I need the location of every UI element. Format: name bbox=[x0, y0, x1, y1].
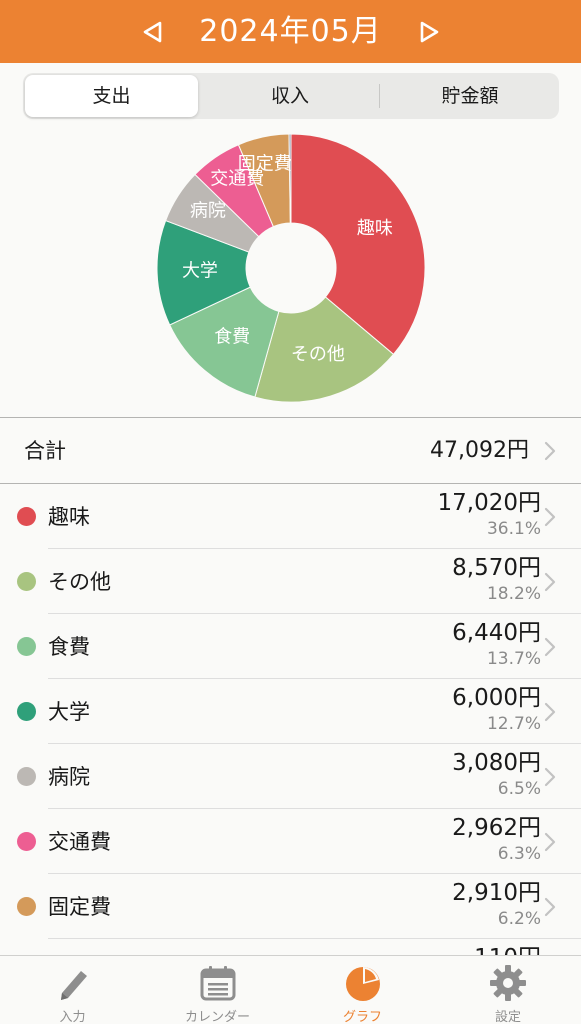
category-percent: 18.2% bbox=[486, 584, 541, 604]
tab-label: カレンダー bbox=[184, 1010, 250, 1024]
triangle-left-icon bbox=[143, 21, 162, 42]
list-item[interactable]: 110円 bbox=[0, 939, 581, 955]
category-color-dot bbox=[17, 507, 36, 526]
donut-chart-svg: 趣味その他食費大学病院交通費固定費 bbox=[156, 133, 426, 403]
category-percent: 6.5% bbox=[497, 779, 541, 799]
total-label: 合計 bbox=[24, 439, 66, 463]
expense-donut-chart: 趣味 その他 食費 大学 病院 交通費 固定費 bbox=[156, 133, 426, 403]
category-percent: 13.7% bbox=[486, 649, 541, 669]
month-title: 2024年05月 bbox=[199, 14, 382, 49]
list-item[interactable]: 大学 6,000円 12.7% bbox=[0, 679, 581, 744]
list-item[interactable]: 病院 3,080円 6.5% bbox=[0, 744, 581, 809]
category-name: 交通費 bbox=[48, 830, 111, 854]
category-name: 趣味 bbox=[48, 505, 90, 529]
month-header: 2024年05月 bbox=[0, 0, 581, 63]
category-amount: 8,570円 bbox=[452, 555, 541, 581]
tab-calendar[interactable]: カレンダー bbox=[145, 956, 290, 1024]
tab-label: グラフ bbox=[342, 1010, 382, 1024]
pie-slice-label: 大学 bbox=[182, 261, 218, 282]
calendar-icon bbox=[198, 963, 238, 1003]
pie-slice-label: 病院 bbox=[190, 201, 226, 222]
category-color-dot bbox=[17, 767, 36, 786]
category-name: 固定費 bbox=[48, 895, 111, 919]
chevron-right-icon bbox=[543, 506, 557, 528]
list-item[interactable]: 固定費 2,910円 6.2% bbox=[0, 874, 581, 939]
tab-bar: 入力 カレンダー グラフ 設定 bbox=[0, 955, 581, 1024]
category-color-dot bbox=[17, 702, 36, 721]
category-amount: 6,440円 bbox=[452, 620, 541, 646]
category-name: その他 bbox=[48, 570, 111, 594]
tab-label: 入力 bbox=[59, 1010, 86, 1024]
pie-chart-icon bbox=[343, 963, 383, 1003]
chevron-right-icon bbox=[543, 701, 557, 723]
triangle-right-icon bbox=[420, 21, 439, 42]
total-value: 47,092円 bbox=[430, 438, 529, 463]
category-color-dot bbox=[17, 572, 36, 591]
chevron-right-icon bbox=[543, 766, 557, 788]
segment-income[interactable]: 収入 bbox=[201, 73, 379, 119]
category-amount: 2,910円 bbox=[452, 880, 541, 906]
category-list: 趣味 17,020円 36.1% その他 8,570円 18.2% 食費 6,4… bbox=[0, 484, 581, 955]
pie-slice-label: その他 bbox=[291, 344, 345, 365]
category-percent: 6.2% bbox=[497, 909, 541, 929]
list-item[interactable]: 趣味 17,020円 36.1% bbox=[0, 484, 581, 549]
category-color-dot bbox=[17, 832, 36, 851]
total-row[interactable]: 合計 47,092円 bbox=[0, 418, 581, 484]
tab-label: 設定 bbox=[494, 1010, 521, 1024]
tab-graph[interactable]: グラフ bbox=[290, 956, 435, 1024]
segmented-control: 支出 収入 貯金額 bbox=[23, 73, 559, 119]
segment-expense[interactable]: 支出 bbox=[25, 75, 198, 117]
category-name: 食費 bbox=[48, 635, 90, 659]
segment-divider bbox=[379, 84, 380, 108]
category-color-dot bbox=[17, 897, 36, 916]
gear-icon bbox=[488, 963, 528, 1003]
tab-input[interactable]: 入力 bbox=[0, 956, 145, 1024]
category-name: 大学 bbox=[48, 700, 90, 724]
category-amount: 17,020円 bbox=[437, 490, 541, 516]
chevron-right-icon bbox=[543, 440, 557, 462]
category-name: 病院 bbox=[48, 765, 90, 789]
chevron-right-icon bbox=[543, 636, 557, 658]
category-percent: 6.3% bbox=[497, 844, 541, 864]
tab-settings[interactable]: 設定 bbox=[435, 956, 581, 1024]
pencil-icon bbox=[53, 963, 93, 1003]
segment-savings[interactable]: 貯金額 bbox=[381, 73, 559, 119]
chevron-right-icon bbox=[543, 896, 557, 918]
previous-month-button[interactable] bbox=[122, 0, 182, 63]
pie-slice-label: 食費 bbox=[214, 327, 250, 348]
category-color-dot bbox=[17, 637, 36, 656]
list-item[interactable]: 交通費 2,962円 6.3% bbox=[0, 809, 581, 874]
next-month-button[interactable] bbox=[400, 0, 460, 63]
category-percent: 36.1% bbox=[486, 519, 541, 539]
list-item[interactable]: その他 8,570円 18.2% bbox=[0, 549, 581, 614]
chevron-right-icon bbox=[543, 831, 557, 853]
category-amount: 3,080円 bbox=[452, 750, 541, 776]
chevron-right-icon bbox=[543, 571, 557, 593]
pie-slice-label: 趣味 bbox=[357, 218, 393, 239]
category-amount: 2,962円 bbox=[452, 815, 541, 841]
category-percent: 12.7% bbox=[486, 714, 541, 734]
pie-slice-label: 固定費 bbox=[238, 153, 292, 174]
list-item[interactable]: 食費 6,440円 13.7% bbox=[0, 614, 581, 679]
category-amount: 6,000円 bbox=[452, 685, 541, 711]
category-amount: 110円 bbox=[474, 943, 541, 955]
